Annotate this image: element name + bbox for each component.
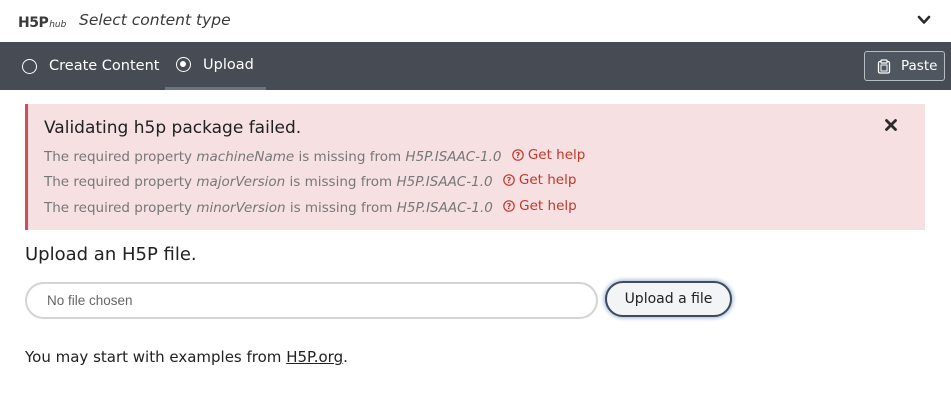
error-text: is missing from	[289, 200, 393, 216]
question-circle-icon: ?	[503, 174, 515, 186]
tab-create-content[interactable]: Create Content	[16, 42, 164, 90]
examples-suffix: .	[343, 348, 348, 366]
tab-label: Upload	[203, 56, 254, 73]
paste-button[interactable]: Paste	[864, 51, 945, 81]
svg-text:?: ?	[507, 202, 512, 211]
chevron-down-icon[interactable]	[917, 13, 931, 27]
get-help-link[interactable]: ? Get help	[503, 172, 577, 188]
h5p-hub-logo: H5P hub	[18, 11, 66, 31]
get-help-link[interactable]: ? Get help	[512, 147, 586, 163]
error-property: machineName	[196, 149, 295, 165]
error-library: H5P.ISAAC-1.0	[396, 200, 493, 216]
examples-text: You may start with examples from H5P.org…	[25, 348, 348, 366]
file-input[interactable]: No file chosen	[25, 282, 598, 319]
h5p-org-link[interactable]: H5P.org	[286, 348, 343, 366]
error-text: The required property	[44, 149, 193, 165]
content-tabs: Create Content Upload Paste	[0, 42, 951, 90]
radio-icon	[22, 58, 37, 74]
logo-text: H5P	[18, 15, 49, 31]
paste-label: Paste	[901, 58, 938, 74]
error-line: The required property minorVersion is mi…	[44, 198, 577, 216]
error-title: Validating h5p package failed.	[44, 118, 302, 138]
get-help-label: Get help	[519, 198, 577, 214]
header-title[interactable]: Select content type	[79, 11, 231, 29]
error-text: is missing from	[289, 174, 393, 190]
tab-upload[interactable]: Upload	[165, 42, 266, 90]
clipboard-icon	[877, 58, 891, 74]
error-line: The required property majorVersion is mi…	[44, 172, 576, 190]
question-circle-icon: ?	[512, 149, 524, 161]
error-library: H5P.ISAAC-1.0	[405, 149, 502, 165]
error-text: The required property	[44, 174, 193, 190]
get-help-label: Get help	[518, 172, 577, 188]
get-help-label: Get help	[527, 147, 586, 163]
logo-suffix: hub	[49, 20, 67, 30]
examples-prefix: You may start with examples from	[25, 348, 282, 366]
upload-file-button[interactable]: Upload a file	[605, 281, 732, 317]
error-line: The required property machineName is mis…	[44, 147, 585, 165]
upload-heading: Upload an H5P file.	[25, 244, 197, 265]
error-library: H5P.ISAAC-1.0	[396, 174, 493, 190]
svg-text:?: ?	[507, 176, 512, 185]
error-message-box: Validating h5p package failed. The requi…	[25, 104, 925, 230]
svg-text:?: ?	[516, 151, 521, 160]
hub-header[interactable]: H5P hub Select content type	[0, 0, 951, 42]
question-circle-icon: ?	[503, 200, 515, 212]
error-property: minorVersion	[196, 200, 286, 216]
error-text: The required property	[44, 200, 193, 216]
close-icon[interactable]	[884, 118, 898, 132]
tab-label: Create Content	[49, 58, 160, 74]
error-property: majorVersion	[196, 174, 286, 190]
get-help-link[interactable]: ? Get help	[503, 198, 577, 214]
radio-checked-icon	[176, 57, 191, 72]
file-placeholder: No file chosen	[47, 293, 133, 308]
error-text: is missing from	[298, 149, 402, 165]
